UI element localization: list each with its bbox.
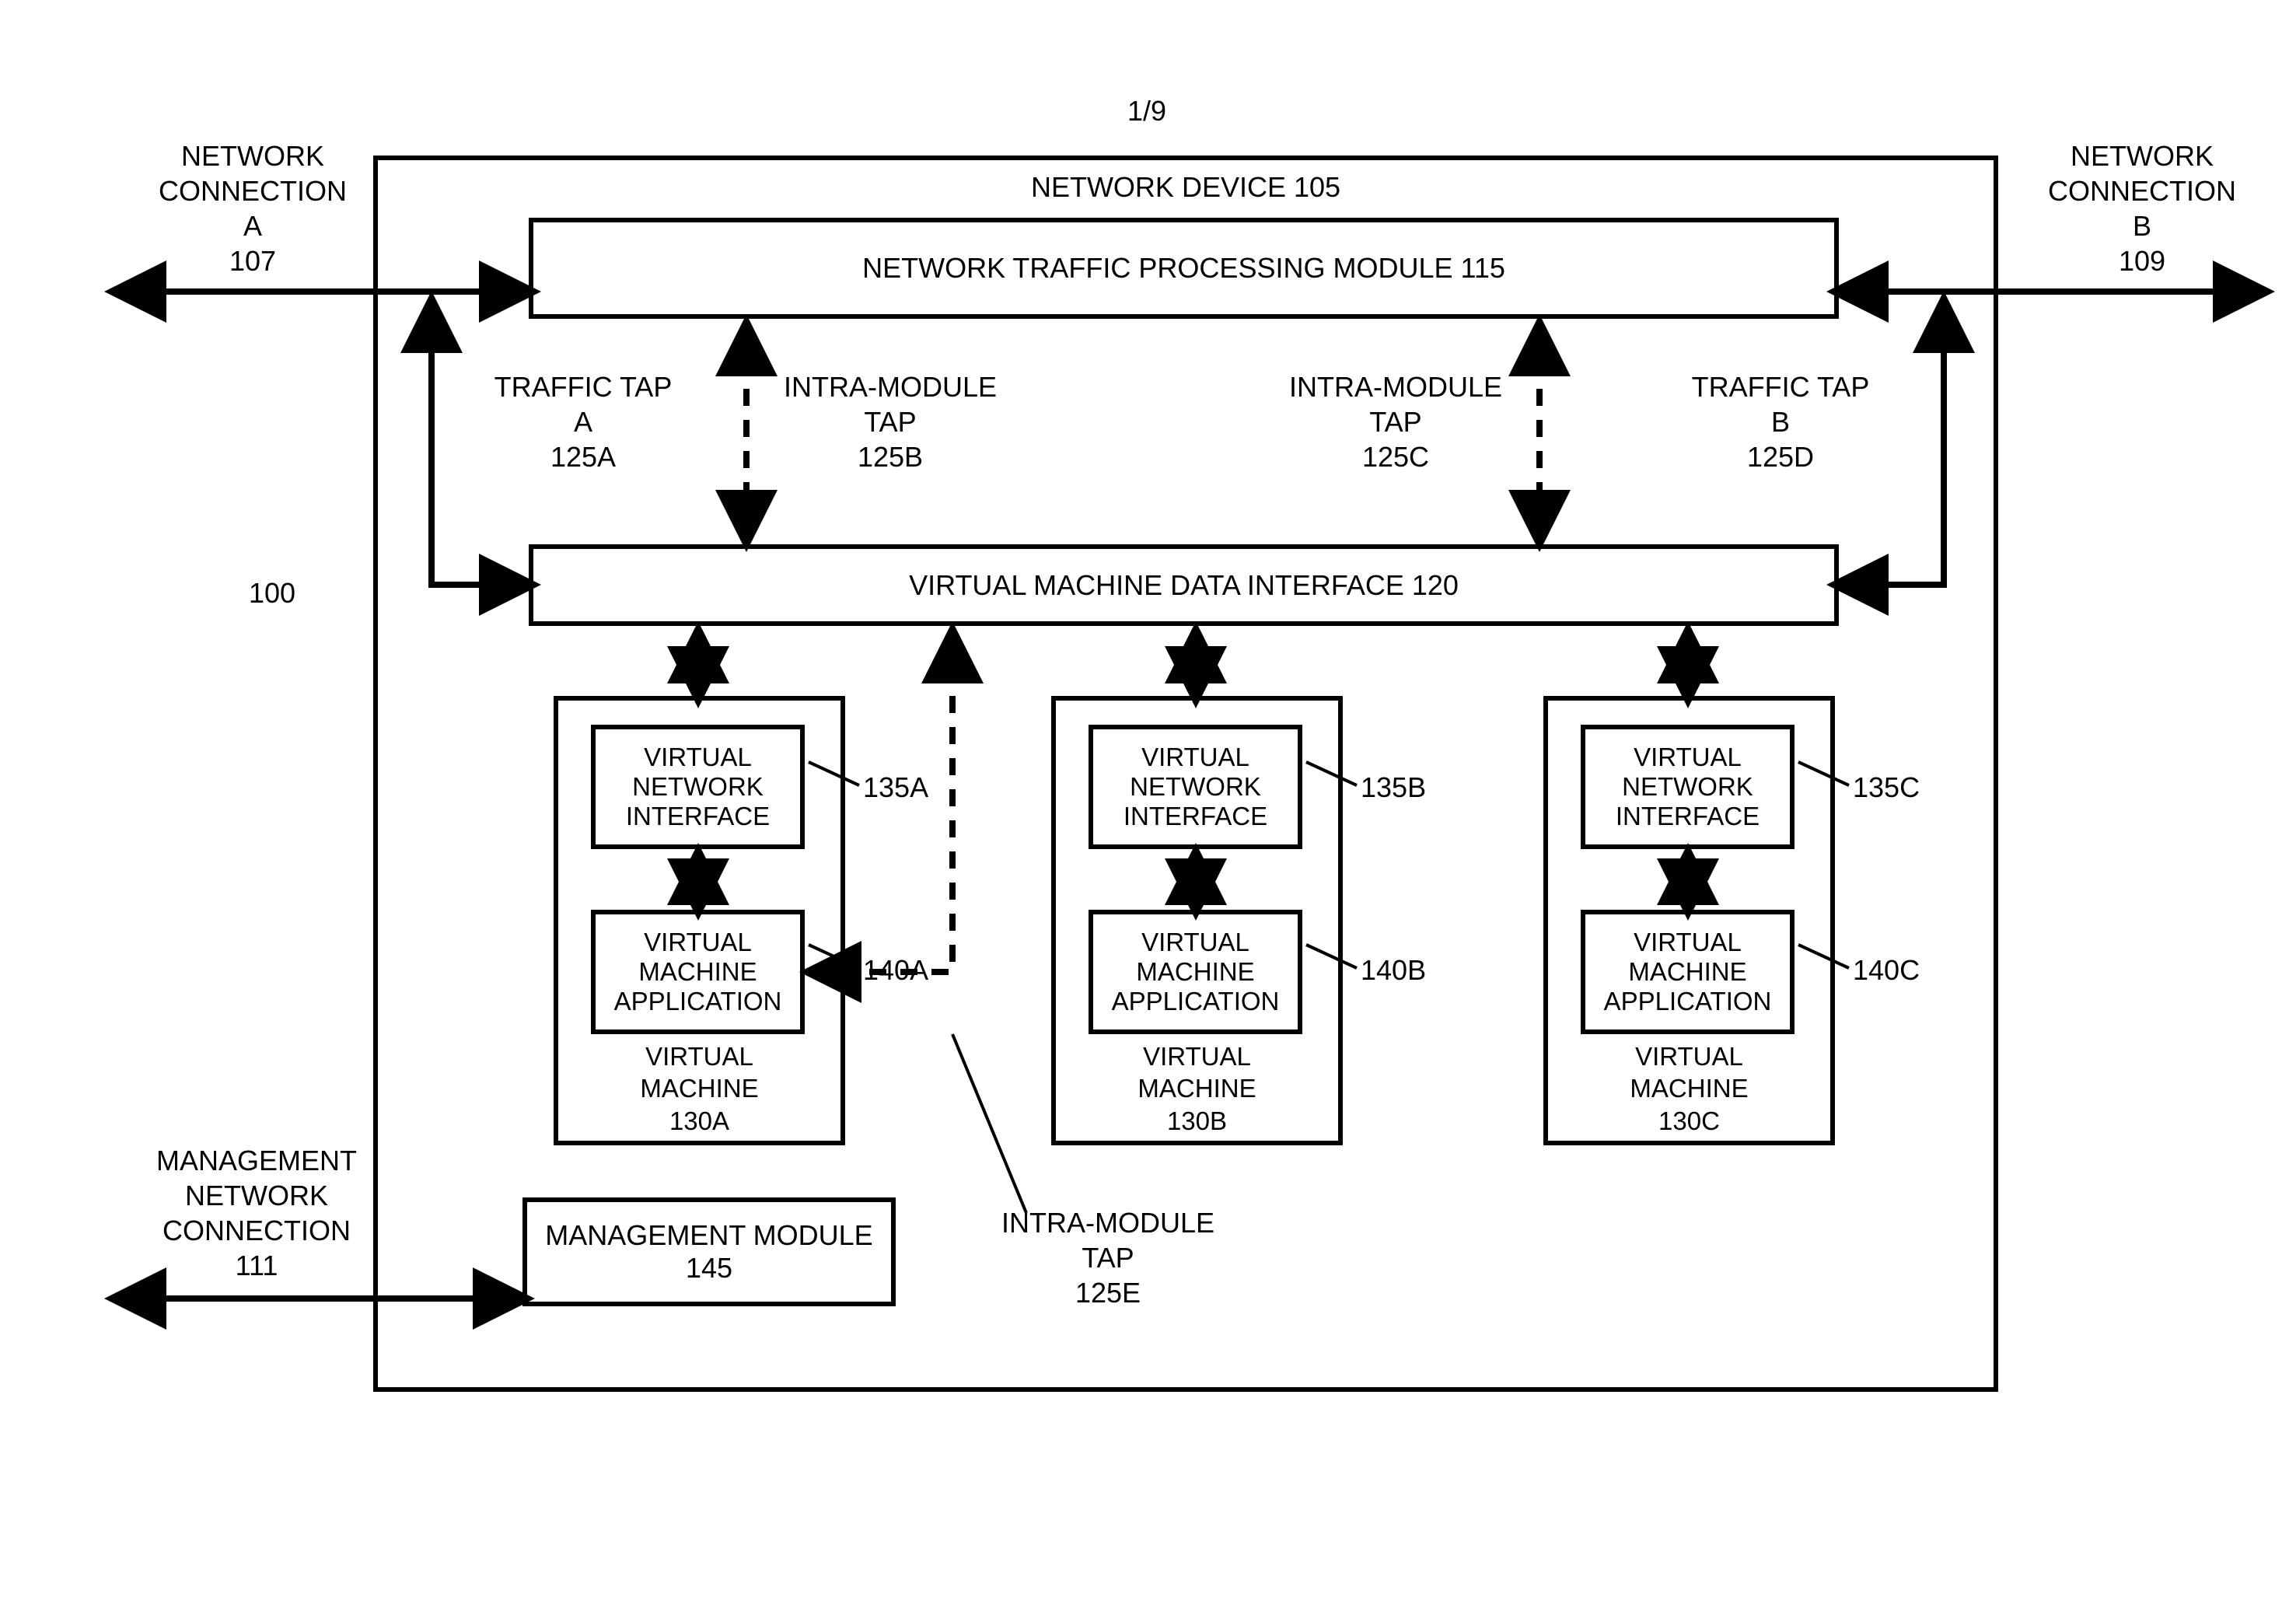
mnc-l3: CONNECTION [163,1215,351,1246]
vni-c-l3: INTERFACE [1616,802,1760,830]
vm-c-t1: VIRTUAL [1635,1042,1743,1071]
vm-b-t2: MACHINE [1138,1074,1256,1103]
traffic-tap-a-label: TRAFFIC TAP A 125A [459,369,708,474]
vm-a-t1: VIRTUAL [645,1042,753,1071]
vm-a-ref: 130A [669,1106,729,1135]
ite-l2: TAP [1082,1242,1134,1274]
nc-a-l1: NETWORK [181,140,324,172]
itb-l2: TAP [864,406,916,438]
network-device-title: NETWORK DEVICE 105 [373,170,1998,204]
vmdi-box: VIRTUAL MACHINE DATA INTERFACE 120 [529,544,1839,626]
itb-l1: INTRA-MODULE [784,371,997,403]
nc-b-ref: 109 [2119,245,2165,277]
ttd-l2: B [1771,406,1790,438]
vma-a-ref: 140A [863,953,956,988]
vm-c-ref: 130C [1658,1106,1720,1135]
vni-b-ref: 135B [1361,770,1454,805]
network-connection-a-label: NETWORK CONNECTION A 107 [124,138,381,278]
vma-a-l2: MACHINE [638,957,757,986]
ite-ref: 125E [1075,1277,1141,1309]
itc-ref: 125C [1362,441,1429,473]
intra-tap-c-label: INTRA-MODULE TAP 125C [1260,369,1532,474]
vmdi-title: VIRTUAL MACHINE DATA INTERFACE 120 [533,569,1834,602]
vni-c-l2: NETWORK [1622,772,1753,801]
nc-b-l3: B [2133,210,2151,242]
vm-a-title: VIRTUAL MACHINE 130A [554,1040,845,1137]
vma-a-l1: VIRTUAL [644,928,752,956]
page-number: 1/9 [1089,93,1205,128]
nc-b-l1: NETWORK [2071,140,2214,172]
itc-l2: TAP [1369,406,1421,438]
tta-l1: TRAFFIC TAP [494,371,673,403]
vma-b-l3: APPLICATION [1112,987,1280,1015]
vma-c-l3: APPLICATION [1604,987,1772,1015]
vni-a-l2: NETWORK [632,772,764,801]
overall-ref: 100 [233,575,311,610]
management-network-label: MANAGEMENT NETWORK CONNECTION 111 [128,1143,385,1283]
vni-a-box: VIRTUAL NETWORK INTERFACE [591,725,805,849]
intra-tap-e-label: INTRA-MODULE TAP 125E [972,1205,1244,1310]
vni-c-box: VIRTUAL NETWORK INTERFACE [1581,725,1795,849]
nc-a-l2: CONNECTION [159,175,347,207]
nc-a-l3: A [243,210,262,242]
mm-l1: MANAGEMENT MODULE [545,1219,872,1251]
ntp-module-title: NETWORK TRAFFIC PROCESSING MODULE 115 [533,252,1834,285]
traffic-tap-d-label: TRAFFIC TAP B 125D [1656,369,1905,474]
vni-a-l1: VIRTUAL [644,743,752,771]
vma-a-box: VIRTUAL MACHINE APPLICATION [591,910,805,1034]
network-connection-b-label: NETWORK CONNECTION B 109 [2014,138,2270,278]
vni-c-ref: 135C [1853,770,1946,805]
nc-b-l2: CONNECTION [2048,175,2236,207]
diagram-canvas: 1/9 100 NETWORK CONNECTION A 107 NETWORK… [0,0,2296,1608]
ttd-l1: TRAFFIC TAP [1692,371,1870,403]
management-module-box: MANAGEMENT MODULE 145 [522,1197,896,1306]
vma-c-ref: 140C [1853,953,1946,988]
vma-b-l1: VIRTUAL [1141,928,1249,956]
nc-a-ref: 107 [229,245,276,277]
vma-c-l2: MACHINE [1628,957,1746,986]
vm-c-title: VIRTUAL MACHINE 130C [1543,1040,1835,1137]
vni-a-ref: 135A [863,770,956,805]
vma-c-l1: VIRTUAL [1634,928,1742,956]
vni-b-l2: NETWORK [1130,772,1261,801]
vma-b-ref: 140B [1361,953,1454,988]
vni-b-l1: VIRTUAL [1141,743,1249,771]
vni-c-l1: VIRTUAL [1634,743,1742,771]
itb-ref: 125B [858,441,923,473]
intra-tap-b-label: INTRA-MODULE TAP 125B [754,369,1026,474]
mm-ref: 145 [686,1252,732,1284]
itc-l1: INTRA-MODULE [1289,371,1502,403]
ttd-ref: 125D [1747,441,1814,473]
vm-c-t2: MACHINE [1630,1074,1748,1103]
vma-a-l3: APPLICATION [614,987,782,1015]
vni-b-l3: INTERFACE [1124,802,1267,830]
mnc-l2: NETWORK [185,1180,328,1211]
mnc-ref: 111 [236,1250,278,1281]
vni-b-box: VIRTUAL NETWORK INTERFACE [1089,725,1302,849]
ite-l1: INTRA-MODULE [1001,1207,1214,1239]
vni-a-l3: INTERFACE [626,802,770,830]
vm-b-title: VIRTUAL MACHINE 130B [1051,1040,1343,1137]
mnc-l1: MANAGEMENT [156,1145,357,1176]
vma-b-box: VIRTUAL MACHINE APPLICATION [1089,910,1302,1034]
vm-a-t2: MACHINE [640,1074,758,1103]
tta-l2: A [574,406,592,438]
vma-c-box: VIRTUAL MACHINE APPLICATION [1581,910,1795,1034]
tta-ref: 125A [550,441,616,473]
vm-b-t1: VIRTUAL [1143,1042,1251,1071]
vm-b-ref: 130B [1167,1106,1227,1135]
vma-b-l2: MACHINE [1136,957,1254,986]
ntp-module-box: NETWORK TRAFFIC PROCESSING MODULE 115 [529,218,1839,319]
